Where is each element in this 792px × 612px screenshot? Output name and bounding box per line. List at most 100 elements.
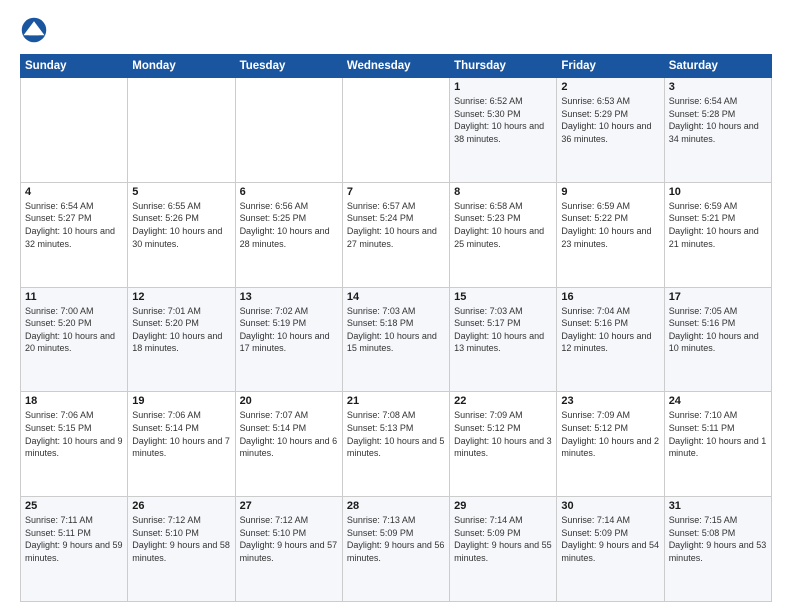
day-number: 23 [561,395,659,407]
day-number: 20 [240,395,338,407]
day-detail: Sunrise: 6:59 AMSunset: 5:21 PMDaylight:… [669,200,767,250]
calendar-cell [21,78,128,183]
day-detail: Sunrise: 7:02 AMSunset: 5:19 PMDaylight:… [240,305,338,355]
calendar-cell: 13Sunrise: 7:02 AMSunset: 5:19 PMDayligh… [235,287,342,392]
calendar-week-row: 4Sunrise: 6:54 AMSunset: 5:27 PMDaylight… [21,182,772,287]
logo [20,16,52,44]
calendar-cell: 31 Sunrise: 7:15 AMSunset: 5:08 PMDayligh… [664,497,771,602]
calendar-cell: 8 Sunrise: 6:58 AMSunset: 5:23 PMDaylight… [450,182,557,287]
header [20,16,772,44]
weekday-header-wednesday: Wednesday [342,55,449,78]
day-number: 21 [347,395,445,407]
day-detail: Sunrise: 7:07 AMSunset: 5:14 PMDaylight:… [240,409,338,459]
day-detail: Sunrise: 7:08 AMSunset: 5:13 PMDaylight:… [347,409,445,459]
calendar-week-row: 18 Sunrise: 7:06 AMSunset: 5:15 PMDayligh… [21,392,772,497]
day-detail: Sunrise: 7:06 AMSunset: 5:15 PMDaylight:… [25,409,123,459]
calendar-cell [235,78,342,183]
day-number: 24 [669,395,767,407]
calendar-cell: 16Sunrise: 7:04 AMSunset: 5:16 PMDayligh… [557,287,664,392]
calendar-cell: 1Sunrise: 6:52 AMSunset: 5:30 PMDaylight… [450,78,557,183]
calendar-cell: 19 Sunrise: 7:06 AMSunset: 5:14 PMDayligh… [128,392,235,497]
day-detail: Sunrise: 7:04 AMSunset: 5:16 PMDaylight:… [561,305,659,355]
day-number: 12 [132,291,230,303]
day-detail: Sunrise: 7:09 AMSunset: 5:12 PMDaylight:… [561,409,659,459]
day-detail: Sunrise: 7:12 AMSunset: 5:10 PMDaylight:… [132,514,230,564]
calendar-cell: 5 Sunrise: 6:55 AMSunset: 5:26 PMDaylight… [128,182,235,287]
calendar-cell: 3 Sunrise: 6:54 AMSunset: 5:28 PMDaylight… [664,78,771,183]
weekday-header-row: SundayMondayTuesdayWednesdayThursdayFrid… [21,55,772,78]
day-number: 19 [132,395,230,407]
day-number: 11 [25,291,123,303]
calendar-cell [342,78,449,183]
day-number: 1 [454,81,552,93]
day-number: 7 [347,186,445,198]
day-number: 31 [669,500,767,512]
day-number: 6 [240,186,338,198]
calendar-cell: 23 Sunrise: 7:09 AMSunset: 5:12 PMDayligh… [557,392,664,497]
day-number: 10 [669,186,767,198]
day-detail: Sunrise: 7:05 AMSunset: 5:16 PMDaylight:… [669,305,767,355]
day-number: 29 [454,500,552,512]
day-number: 18 [25,395,123,407]
day-detail: Sunrise: 6:57 AMSunset: 5:24 PMDaylight:… [347,200,445,250]
weekday-header-tuesday: Tuesday [235,55,342,78]
calendar-cell: 28Sunrise: 7:13 AMSunset: 5:09 PMDayligh… [342,497,449,602]
logo-icon [20,16,48,44]
calendar-cell: 25 Sunrise: 7:11 AMSunset: 5:11 PMDayligh… [21,497,128,602]
day-detail: Sunrise: 7:11 AMSunset: 5:11 PMDaylight:… [25,514,123,564]
day-number: 27 [240,500,338,512]
day-detail: Sunrise: 6:54 AMSunset: 5:27 PMDaylight:… [25,200,123,250]
calendar-cell: 11 Sunrise: 7:00 AMSunset: 5:20 PMDayligh… [21,287,128,392]
calendar-cell: 7 Sunrise: 6:57 AMSunset: 5:24 PMDaylight… [342,182,449,287]
calendar-cell: 15 Sunrise: 7:03 AMSunset: 5:17 PMDayligh… [450,287,557,392]
calendar-cell: 27Sunrise: 7:12 AMSunset: 5:10 PMDayligh… [235,497,342,602]
calendar-cell: 2 Sunrise: 6:53 AMSunset: 5:29 PMDaylight… [557,78,664,183]
calendar-cell: 21 Sunrise: 7:08 AMSunset: 5:13 PMDayligh… [342,392,449,497]
day-number: 2 [561,81,659,93]
day-detail: Sunrise: 6:54 AMSunset: 5:28 PMDaylight:… [669,95,767,145]
day-number: 3 [669,81,767,93]
calendar-cell: 6Sunrise: 6:56 AMSunset: 5:25 PMDaylight… [235,182,342,287]
calendar-cell: 30Sunrise: 7:14 AMSunset: 5:09 PMDayligh… [557,497,664,602]
calendar-week-row: 11 Sunrise: 7:00 AMSunset: 5:20 PMDayligh… [21,287,772,392]
calendar-week-row: 1Sunrise: 6:52 AMSunset: 5:30 PMDaylight… [21,78,772,183]
day-number: 8 [454,186,552,198]
day-detail: Sunrise: 7:01 AMSunset: 5:20 PMDaylight:… [132,305,230,355]
calendar-cell: 14Sunrise: 7:03 AMSunset: 5:18 PMDayligh… [342,287,449,392]
weekday-header-thursday: Thursday [450,55,557,78]
day-number: 25 [25,500,123,512]
calendar-cell: 22 Sunrise: 7:09 AMSunset: 5:12 PMDayligh… [450,392,557,497]
calendar-cell: 24 Sunrise: 7:10 AMSunset: 5:11 PMDayligh… [664,392,771,497]
day-number: 22 [454,395,552,407]
weekday-header-friday: Friday [557,55,664,78]
calendar-cell: 17Sunrise: 7:05 AMSunset: 5:16 PMDayligh… [664,287,771,392]
calendar-cell: 10 Sunrise: 6:59 AMSunset: 5:21 PMDayligh… [664,182,771,287]
day-number: 15 [454,291,552,303]
day-detail: Sunrise: 7:09 AMSunset: 5:12 PMDaylight:… [454,409,552,459]
weekday-header-saturday: Saturday [664,55,771,78]
day-detail: Sunrise: 7:13 AMSunset: 5:09 PMDaylight:… [347,514,445,564]
day-number: 5 [132,186,230,198]
page: SundayMondayTuesdayWednesdayThursdayFrid… [0,0,792,612]
calendar-table: SundayMondayTuesdayWednesdayThursdayFrid… [20,54,772,602]
weekday-header-sunday: Sunday [21,55,128,78]
day-number: 30 [561,500,659,512]
day-detail: Sunrise: 7:03 AMSunset: 5:18 PMDaylight:… [347,305,445,355]
day-detail: Sunrise: 7:00 AMSunset: 5:20 PMDaylight:… [25,305,123,355]
day-number: 9 [561,186,659,198]
day-detail: Sunrise: 7:06 AMSunset: 5:14 PMDaylight:… [132,409,230,459]
day-detail: Sunrise: 7:10 AMSunset: 5:11 PMDaylight:… [669,409,767,459]
day-detail: Sunrise: 6:53 AMSunset: 5:29 PMDaylight:… [561,95,659,145]
calendar-week-row: 25 Sunrise: 7:11 AMSunset: 5:11 PMDayligh… [21,497,772,602]
day-detail: Sunrise: 6:58 AMSunset: 5:23 PMDaylight:… [454,200,552,250]
day-detail: Sunrise: 7:15 AMSunset: 5:08 PMDaylight:… [669,514,767,564]
calendar-cell: 12 Sunrise: 7:01 AMSunset: 5:20 PMDayligh… [128,287,235,392]
day-detail: Sunrise: 6:55 AMSunset: 5:26 PMDaylight:… [132,200,230,250]
weekday-header-monday: Monday [128,55,235,78]
day-detail: Sunrise: 7:03 AMSunset: 5:17 PMDaylight:… [454,305,552,355]
calendar-cell: 4Sunrise: 6:54 AMSunset: 5:27 PMDaylight… [21,182,128,287]
day-number: 26 [132,500,230,512]
day-detail: Sunrise: 6:59 AMSunset: 5:22 PMDaylight:… [561,200,659,250]
calendar-cell [128,78,235,183]
calendar-cell: 20 Sunrise: 7:07 AMSunset: 5:14 PMDayligh… [235,392,342,497]
